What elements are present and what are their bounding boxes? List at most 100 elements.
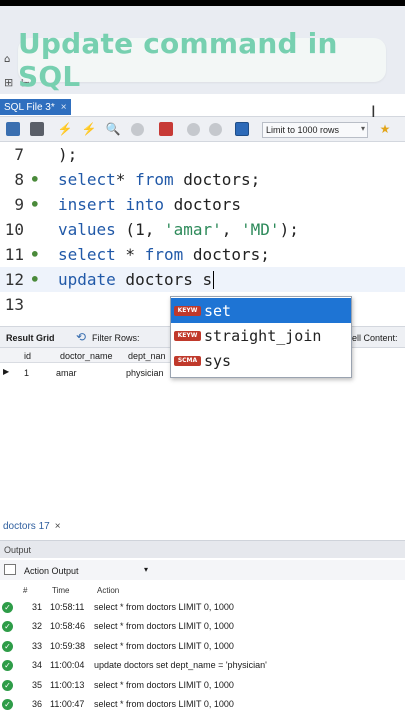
output-label: Output	[4, 544, 32, 555]
table-row[interactable]: ✓ 34 11:00:04 update doctors set dept_name …	[0, 655, 405, 674]
sql-text: ,	[221, 220, 242, 239]
refresh-icon[interactable]: ⟲	[76, 330, 86, 344]
explain-magnifier-icon[interactable]: 🔍	[106, 122, 121, 136]
code-text: );	[58, 145, 77, 164]
sql-text: (1,	[115, 220, 164, 239]
sql-keyword: values	[58, 220, 116, 239]
grid-col-id[interactable]: id	[24, 351, 31, 361]
grid-header: id doctor_name dept_nan	[0, 348, 180, 363]
doctors-result-tab-label: doctors 17	[3, 520, 50, 532]
log-action: select * from doctors LIMIT 0, 1000	[94, 640, 234, 651]
log-num: 36	[32, 699, 43, 709]
log-action: update doctors set dept_name = 'physicia…	[94, 660, 267, 671]
menu-hint-icon: ⌂	[4, 54, 11, 65]
output-panel-header: Output	[0, 540, 405, 558]
code-line[interactable]: 12 • update doctors s	[0, 267, 405, 292]
log-num: 34	[32, 660, 43, 671]
doctors-result-tab[interactable]: doctors 17 ×	[0, 518, 61, 534]
table-row[interactable]: ✓ 36 11:00:47 select * from doctors LIMIT 0…	[0, 694, 405, 713]
grid-col-dept-name[interactable]: dept_nan	[128, 351, 166, 361]
statement-marker-icon: •	[30, 170, 40, 189]
log-col-num: #	[23, 586, 28, 595]
log-action: select * from doctors LIMIT 0, 1000	[94, 602, 234, 612]
autocomplete-item[interactable]: SCMA sys	[171, 348, 351, 373]
log-num: 33	[32, 640, 43, 651]
execute-current-bolt-icon[interactable]: ⚡	[82, 122, 97, 136]
close-icon[interactable]: ×	[55, 521, 61, 532]
title-banner: Update command in SQL	[18, 27, 386, 93]
log-time: 11:00:04	[50, 660, 85, 671]
autocomplete-item[interactable]: KEYW straight_join	[171, 323, 351, 348]
open-folder-icon[interactable]	[6, 122, 20, 136]
cell-dept-name[interactable]: physician	[126, 368, 164, 378]
code-line[interactable]: 9 • insert into doctors	[0, 192, 405, 217]
action-output-select[interactable]: Action Output	[24, 566, 79, 576]
result-grid-label[interactable]: Result Grid	[6, 333, 55, 343]
success-check-icon: ✓	[2, 621, 13, 633]
commit-icon[interactable]	[187, 123, 200, 136]
log-time: 10:58:11	[50, 602, 85, 612]
sql-keyword: into	[125, 195, 164, 214]
table-row[interactable]: ✓ 35 11:00:13 select * from doctors LIMIT 0…	[0, 675, 405, 694]
log-header: # Time Action	[0, 582, 405, 597]
toggle-continue-icon[interactable]	[159, 122, 173, 136]
sql-keyword: from	[135, 170, 174, 189]
success-check-icon: ✓	[2, 699, 13, 710]
sql-keyword: select	[58, 245, 116, 264]
chevron-down-icon[interactable]: ▾	[144, 565, 148, 574]
cell-id[interactable]: 1	[24, 368, 29, 378]
code-line[interactable]: 10 values (1, 'amar', 'MD');	[0, 217, 405, 242]
statement-marker-icon: •	[30, 270, 40, 289]
log-col-action: Action	[97, 586, 120, 595]
banner-title: Update command in SQL	[18, 27, 338, 93]
sql-text: *	[115, 170, 136, 189]
sql-text: doctors	[163, 195, 242, 214]
editor-toolbar: ⚡ ⚡ 🔍 Limit to 1000 rows ▾ ★	[0, 116, 405, 142]
sql-file-tab-label: SQL File 3*	[4, 101, 55, 113]
table-row[interactable]: ✓ 33 10:59:38 select * from doctors LIMIT 0…	[0, 636, 405, 655]
beautify-star-icon[interactable]: ★	[378, 122, 392, 136]
code-line[interactable]: 11 • select * from doctors;	[0, 242, 405, 267]
log-action: select * from doctors LIMIT 0, 1000	[94, 621, 234, 632]
autocommit-icon[interactable]	[235, 122, 249, 136]
close-icon[interactable]: ×	[61, 102, 67, 113]
success-check-icon: ✓	[2, 660, 13, 672]
action-output-icon	[4, 564, 16, 575]
line-number: 13	[4, 295, 24, 313]
sql-keyword: select	[58, 170, 116, 189]
sql-text: doctors;	[173, 170, 261, 189]
sql-string: 'amar'	[163, 220, 222, 239]
cell-content-label: ell Content:	[352, 333, 398, 343]
table-row[interactable]: ▶ 1 amar physician	[0, 365, 180, 380]
statement-marker-icon: •	[30, 245, 40, 264]
cell-doctor-name[interactable]: amar	[56, 368, 77, 378]
table-row[interactable]: ✓ 32 10:58:46 select * from doctors LIMIT 0…	[0, 616, 405, 635]
type-badge-icon: SCMA	[174, 355, 201, 366]
log-time: 10:58:46	[50, 621, 86, 632]
statement-marker-icon: •	[30, 195, 40, 214]
action-output-bar: Action Output ▾	[0, 560, 405, 580]
save-icon[interactable]	[30, 122, 44, 136]
autocomplete-item[interactable]: KEYW set	[171, 298, 351, 323]
table-row[interactable]: ✓ 31 10:58:11 select * from doctors LIMIT 0…	[0, 597, 405, 616]
sql-keyword: update	[58, 269, 116, 289]
log-col-time: Time	[52, 586, 70, 595]
sql-keyword: insert	[58, 195, 116, 214]
execute-bolt-icon[interactable]: ⚡	[58, 122, 73, 136]
rollback-icon[interactable]	[209, 123, 222, 136]
code-text: update doctors s	[58, 269, 215, 290]
stop-icon[interactable]	[131, 123, 144, 136]
code-line[interactable]: 7);	[0, 143, 405, 167]
line-number: 10	[4, 220, 24, 239]
text-caret	[213, 271, 215, 290]
sql-file-tab[interactable]: SQL File 3* ×	[0, 99, 71, 115]
sql-editor[interactable]: 7); 8 • select* from doctors; 9 • insert into …	[0, 143, 405, 313]
sql-text: );	[58, 145, 78, 164]
limit-rows-select[interactable]: Limit to 1000 rows ▾	[262, 122, 368, 138]
autocomplete-label: sys	[204, 351, 232, 370]
chevron-down-icon: ▾	[360, 124, 365, 133]
grid-col-doctor-name[interactable]: doctor_name	[60, 351, 113, 361]
sql-keyword: from	[144, 245, 184, 264]
code-line[interactable]: 8 • select* from doctors;	[0, 167, 405, 192]
